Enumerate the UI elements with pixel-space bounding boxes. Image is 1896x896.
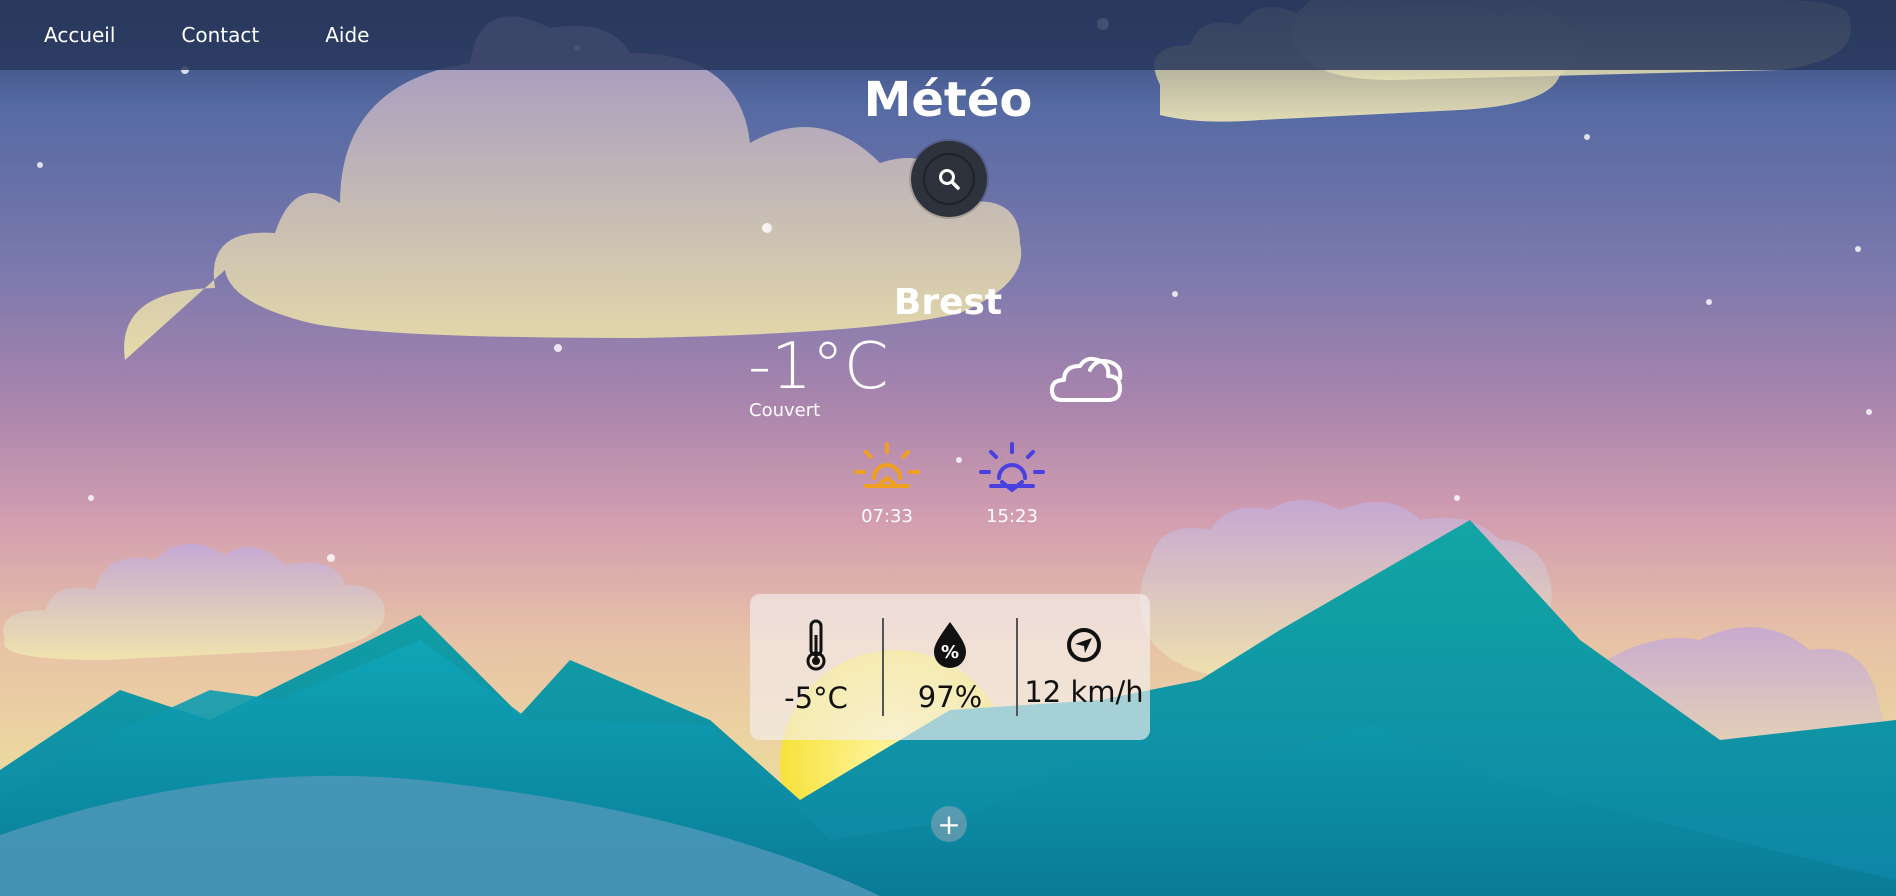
nav-link-contact[interactable]: Contact [159,23,281,47]
search-icon [939,169,960,190]
background-scene [0,0,1896,896]
feels-like: -5°C [750,594,882,740]
wind: 12 km/h [1018,594,1150,740]
humidity-drop-icon: % [934,622,966,668]
weather-condition: Couvert [749,400,821,421]
city-name: Brest [893,282,1003,323]
navbar: Accueil Contact Aide [0,0,1896,70]
nav-link-accueil[interactable]: Accueil [22,23,137,47]
weather-details-panel: -5°C % 97% 12 km/h [750,594,1150,740]
svg-text:%: % [941,642,959,663]
feels-like-value: -5°C [784,681,848,715]
sunset-icon [979,442,1045,493]
sunrise: 07:33 [842,440,932,527]
sunset: 15:23 [967,440,1057,527]
thermometer-icon [806,619,826,671]
sunrise-time: 07:33 [861,506,913,527]
humidity-value: 97% [917,680,983,714]
sunrise-icon [854,442,920,488]
add-button[interactable]: + [931,806,967,842]
nav-link-aide[interactable]: Aide [303,23,391,47]
plus-icon: + [937,807,961,841]
humidity: % 97% [884,594,1016,740]
cloud-icon [1050,356,1123,402]
current-temperature: -1°C [748,330,889,404]
search-button[interactable] [911,141,987,217]
sunset-time: 15:23 [986,506,1038,527]
wind-value: 12 km/h [1024,675,1144,709]
wind-direction-icon [1067,628,1101,662]
page-title: Météo [863,72,1033,128]
